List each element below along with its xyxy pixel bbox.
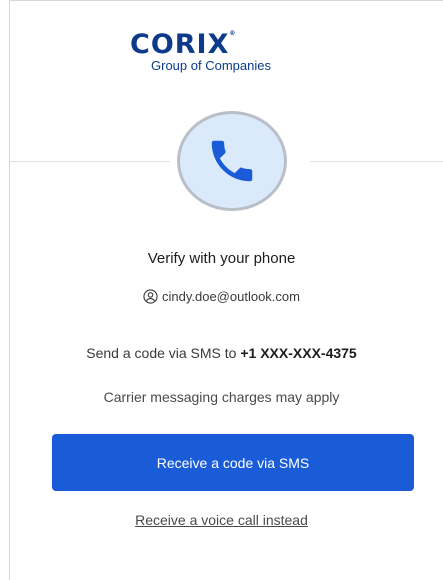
logo-trademark: ®	[229, 30, 236, 37]
receive-sms-code-button[interactable]: Receive a code via SMS	[52, 434, 414, 491]
page-title: Verify with your phone	[147, 250, 296, 267]
logo-wordmark: corix®	[130, 29, 236, 60]
user-email: cindy.doe@outlook.com	[162, 289, 300, 304]
user-circle-icon	[143, 289, 158, 304]
logo-subtitle: Group of Companies	[151, 58, 271, 73]
sms-prompt: Send a code via SMS to +1 XXX-XXX-4375	[0, 345, 443, 361]
phone-icon	[211, 140, 253, 182]
header-divider-right	[310, 161, 443, 162]
logo-word-text: corix	[130, 29, 230, 60]
header-divider-left	[10, 161, 180, 162]
user-identifier: cindy.doe@outlook.com	[0, 289, 443, 304]
corix-logo: corix® Group of Companies	[130, 31, 310, 81]
voice-call-link[interactable]: Receive a voice call instead	[135, 512, 308, 528]
sms-prompt-text: Send a code via SMS to	[86, 345, 237, 361]
voice-call-link-container: Receive a voice call instead	[0, 512, 443, 528]
masked-phone-number: +1 XXX-XXX-4375	[240, 345, 357, 361]
carrier-charges-note: Carrier messaging charges may apply	[103, 389, 340, 405]
phone-icon-circle	[177, 111, 287, 211]
